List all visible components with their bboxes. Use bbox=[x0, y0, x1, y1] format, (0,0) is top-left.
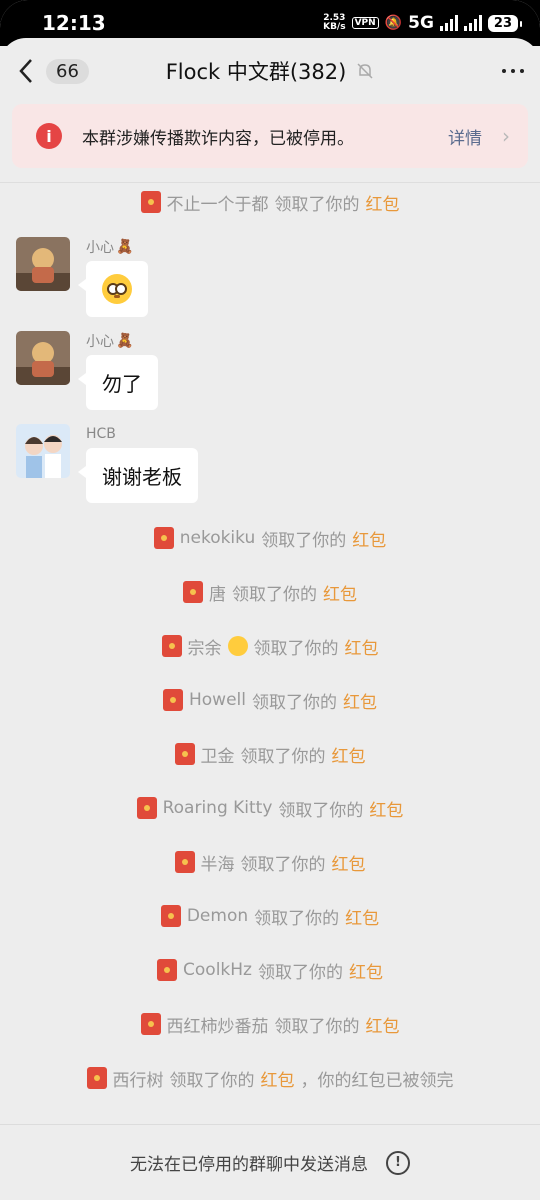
red-packet-icon bbox=[161, 635, 182, 657]
signal-icon-2 bbox=[463, 15, 482, 31]
mute-status-icon: 🔕 bbox=[384, 15, 403, 31]
vpn-icon: VPN bbox=[351, 17, 379, 29]
system-message: 不止一个于都 领取了你的 红包 bbox=[0, 183, 540, 221]
red-packet-link[interactable]: 红包 bbox=[352, 526, 386, 551]
red-packet-link[interactable]: 红包 bbox=[369, 796, 403, 821]
bear-emoji: 🧸 bbox=[116, 333, 134, 349]
notice-text: 本群涉嫌传播欺诈内容，已被停用。 bbox=[82, 128, 354, 149]
disabled-notice-banner[interactable]: i 本群涉嫌传播欺诈内容，已被停用。 详情 › bbox=[12, 104, 528, 168]
system-message: 宗余 领取了你的 红包 bbox=[0, 619, 540, 673]
red-packet-icon bbox=[174, 851, 195, 873]
info-icon[interactable]: ! bbox=[386, 1150, 410, 1175]
alert-icon: i bbox=[36, 123, 62, 149]
red-packet-icon bbox=[163, 689, 183, 711]
message-bubble[interactable]: 勿了 bbox=[78, 355, 158, 410]
mute-bell-icon bbox=[357, 63, 373, 79]
red-packet-link[interactable]: 红包 bbox=[366, 1012, 400, 1037]
red-packet-icon bbox=[174, 743, 195, 765]
red-packet-icon bbox=[136, 797, 157, 819]
system-message: CoolkHz 领取了你的 红包 bbox=[0, 943, 540, 997]
system-message: 卫金 领取了你的 红包 bbox=[0, 727, 540, 781]
system-message: Roaring Kitty 领取了你的 红包 bbox=[0, 781, 540, 835]
system-message: Howell 领取了你的 红包 bbox=[0, 673, 540, 727]
back-icon[interactable] bbox=[18, 56, 40, 86]
red-packet-icon bbox=[140, 1013, 161, 1035]
system-message: nekokiku 领取了你的 红包 bbox=[0, 511, 540, 565]
red-packet-link[interactable]: 红包 bbox=[332, 742, 366, 767]
status-icons: 2.53 KB/s VPN 🔕 5G 23 bbox=[323, 13, 523, 33]
red-packet-icon bbox=[140, 191, 161, 213]
chat-message: 小心 🧸 勿了 bbox=[0, 331, 540, 410]
red-packet-link[interactable]: 红包 bbox=[345, 904, 379, 929]
red-packet-link[interactable]: 红包 bbox=[343, 688, 377, 713]
more-options-icon[interactable] bbox=[502, 69, 524, 73]
chevron-right-icon: › bbox=[502, 124, 510, 148]
message-bubble[interactable]: 谢谢老板 bbox=[78, 448, 198, 503]
avatar[interactable] bbox=[16, 237, 70, 291]
unread-count-badge[interactable]: 66 bbox=[46, 58, 89, 84]
red-packet-link[interactable]: 红包 bbox=[349, 958, 383, 983]
chat-window: 66 Flock 中文群(382) i 本群涉嫌传播欺诈内容，已被停用。 详情 … bbox=[0, 38, 540, 1200]
avatar[interactable] bbox=[16, 424, 70, 478]
red-packet-icon bbox=[183, 581, 203, 603]
screen: 12:13 2.53 KB/s VPN 🔕 5G 23 66 Flock 中文群… bbox=[0, 0, 540, 1200]
nav-bar: 66 Flock 中文群(382) bbox=[0, 38, 540, 104]
red-packet-icon bbox=[160, 905, 181, 927]
sender-name: 小心 🧸 bbox=[86, 333, 134, 350]
network-speed: 2.53 KB/s bbox=[323, 13, 346, 32]
system-message: Demon 领取了你的 红包 bbox=[0, 889, 540, 943]
red-packet-link[interactable]: 红包 bbox=[261, 1066, 295, 1091]
message-list: 不止一个于都 领取了你的 红包 小心 🧸 小心 🧸 勿了 HCB 谢谢老板 ne… bbox=[0, 183, 540, 1105]
message-bubble[interactable] bbox=[78, 261, 148, 317]
disabled-input-bar: 无法在已停用的群聊中发送消息 ! bbox=[0, 1124, 540, 1200]
red-packet-icon bbox=[86, 1067, 107, 1089]
avatar[interactable] bbox=[16, 331, 70, 385]
system-message: 西红柿炒番茄 领取了你的 红包 bbox=[0, 997, 540, 1051]
thinking-face-emoji bbox=[227, 636, 248, 656]
network-type: 5G bbox=[408, 13, 434, 33]
page-title: Flock 中文群(382) bbox=[165, 60, 347, 84]
red-packet-link[interactable]: 红包 bbox=[332, 850, 366, 875]
status-time: 12:13 bbox=[42, 11, 106, 35]
bear-emoji: 🧸 bbox=[116, 239, 134, 255]
chat-message: HCB 谢谢老板 bbox=[0, 424, 540, 503]
red-packet-link[interactable]: 红包 bbox=[366, 190, 400, 215]
flushed-face-emoji bbox=[102, 274, 132, 304]
notice-detail-link[interactable]: 详情 bbox=[448, 124, 482, 149]
system-message: 唐领取了你的 红包 bbox=[0, 565, 540, 619]
chat-message: 小心 🧸 bbox=[0, 237, 540, 317]
system-message: 西行树 领取了你的 红包 ，你的红包已被领完 bbox=[0, 1051, 540, 1105]
sender-name: HCB bbox=[86, 426, 116, 442]
red-packet-link[interactable]: 红包 bbox=[345, 634, 379, 659]
disabled-input-text: 无法在已停用的群聊中发送消息 bbox=[130, 1155, 368, 1175]
sender-name: 小心 🧸 bbox=[86, 239, 134, 256]
signal-icon bbox=[439, 15, 458, 31]
battery-icon: 23 bbox=[487, 14, 523, 32]
red-packet-icon bbox=[153, 527, 174, 549]
red-packet-link[interactable]: 红包 bbox=[323, 580, 357, 605]
system-message: 半海 领取了你的 红包 bbox=[0, 835, 540, 889]
red-packet-icon bbox=[157, 959, 178, 981]
